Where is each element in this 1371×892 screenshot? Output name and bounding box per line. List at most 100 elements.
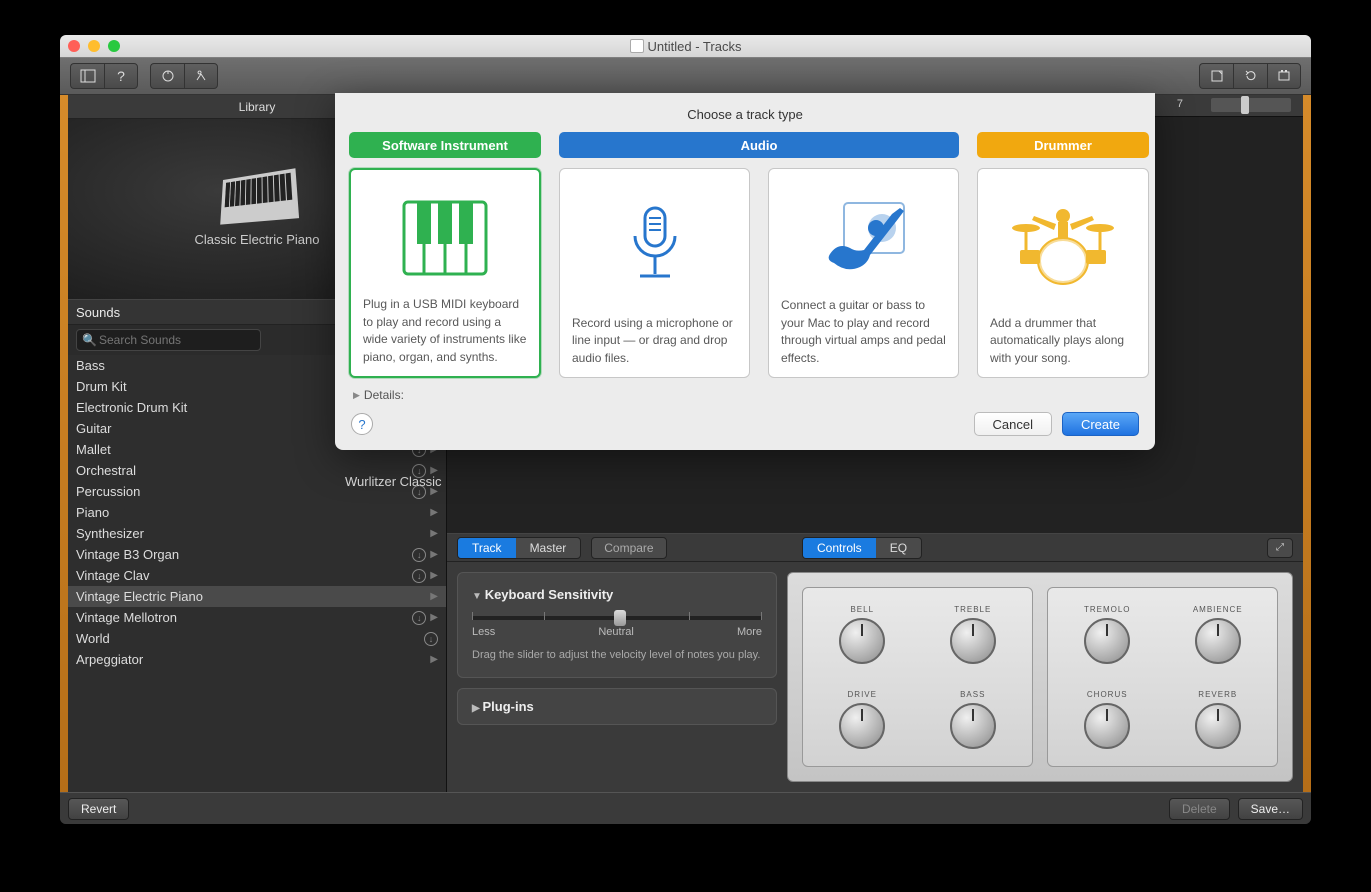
knob-label: TREMOLO <box>1084 605 1131 614</box>
track-master-segment[interactable]: Track Master <box>457 537 581 559</box>
revert-button[interactable]: Revert <box>68 798 129 820</box>
sensitivity-slider[interactable] <box>472 616 762 620</box>
knob-group: TREMOLO AMBIENCE CHORUS REVERB <box>1047 587 1278 767</box>
create-button[interactable]: Create <box>1062 412 1139 436</box>
chevron-right-icon: ▶ <box>430 591 438 602</box>
download-icon[interactable]: ↓ <box>412 611 426 625</box>
delete-button[interactable]: Delete <box>1169 798 1230 820</box>
drummer-header[interactable]: Drummer <box>977 132 1149 158</box>
plugins-panel[interactable]: Plug-ins <box>457 688 777 725</box>
keyboard-sensitivity-panel: Keyboard Sensitivity Less Neutral More D… <box>457 572 777 678</box>
knob-label: DRIVE <box>848 690 877 699</box>
software-instrument-header[interactable]: Software Instrument <box>349 132 541 158</box>
knob-label: AMBIENCE <box>1193 605 1243 614</box>
library-patch-item[interactable]: Wurlitzer Classic <box>335 468 515 495</box>
microphone-icon <box>572 179 737 315</box>
slider-mid: Neutral <box>598 626 633 638</box>
electric-piano-icon <box>220 168 299 224</box>
knob-surface: BELL TREBLE DRIVE BASS TREMOLO AMBIENCE CHORUS… <box>787 572 1293 782</box>
main-toolbar: ? <box>60 57 1311 95</box>
audio-mic-desc: Record using a microphone or line input … <box>572 315 737 367</box>
search-input[interactable] <box>76 329 261 351</box>
drummer-icon <box>990 179 1136 315</box>
search-icon: 🔍 <box>82 333 97 347</box>
titlebar: Untitled - Tracks <box>60 35 1311 57</box>
category-synthesizer[interactable]: Synthesizer▶ <box>68 523 446 544</box>
chevron-right-icon: ▶ <box>430 507 438 518</box>
knob-label: TREBLE <box>954 605 991 614</box>
tab-master[interactable]: Master <box>516 538 581 558</box>
loop-browser-button[interactable] <box>1233 63 1267 89</box>
software-instrument-desc: Plug in a USB MIDI keyboard to play and … <box>363 296 527 366</box>
audio-mic-card[interactable]: Record using a microphone or line input … <box>559 168 750 378</box>
drummer-desc: Add a drummer that automatically plays a… <box>990 315 1136 367</box>
category-piano[interactable]: Piano▶ <box>68 502 446 523</box>
expand-button[interactable]: ⤢ <box>1267 538 1293 558</box>
editors-button[interactable] <box>184 63 218 89</box>
slider-handle[interactable] <box>614 610 626 626</box>
chevron-right-icon: ▶ <box>430 570 438 581</box>
knob-drive[interactable] <box>839 703 885 749</box>
slider-hint: Drag the slider to adjust the velocity l… <box>472 648 762 663</box>
zoom-slider[interactable] <box>1211 98 1291 112</box>
help-button[interactable]: ? <box>351 413 373 435</box>
library-footer: Revert Delete Save… <box>60 792 1311 824</box>
new-track-dialog: Choose a track type Software Instrument … <box>335 93 1155 450</box>
chevron-right-icon: ▶ <box>430 654 438 665</box>
slider-max: More <box>737 626 762 638</box>
audio-guitar-desc: Connect a guitar or bass to your Mac to … <box>781 297 946 367</box>
ruler-marker: 7 <box>1177 98 1183 110</box>
dialog-title: Choose a track type <box>335 93 1155 132</box>
quick-help-button[interactable]: ? <box>104 63 138 89</box>
knob-treble[interactable] <box>950 618 996 664</box>
category-arpeggiator[interactable]: Arpeggiator▶ <box>68 649 446 670</box>
piano-keys-icon <box>363 180 527 296</box>
media-browser-button[interactable] <box>1267 63 1301 89</box>
app-window: Untitled - Tracks ? Library Classic Elec… <box>60 35 1311 824</box>
notepad-button[interactable] <box>1199 63 1233 89</box>
knob-bell[interactable] <box>839 618 885 664</box>
audio-guitar-card[interactable]: Connect a guitar or bass to your Mac to … <box>768 168 959 378</box>
library-toggle-button[interactable] <box>70 63 104 89</box>
smart-controls: Track Master Compare Controls EQ ⤢ Keybo… <box>447 533 1303 792</box>
knob-label: CHORUS <box>1087 690 1128 699</box>
tab-eq[interactable]: EQ <box>876 538 921 558</box>
category-vintage-mellotron[interactable]: Vintage Mellotron↓▶ <box>68 607 446 628</box>
tab-controls[interactable]: Controls <box>803 538 876 558</box>
knob-chorus[interactable] <box>1084 703 1130 749</box>
chevron-right-icon: ▶ <box>430 528 438 539</box>
details-disclosure[interactable]: ▶Details: <box>335 378 1155 406</box>
window-title: Untitled - Tracks <box>60 39 1311 54</box>
knob-tremolo[interactable] <box>1084 618 1130 664</box>
zoom-handle[interactable] <box>1241 96 1249 114</box>
download-icon[interactable]: ↓ <box>412 548 426 562</box>
right-edge <box>1303 95 1311 792</box>
category-world[interactable]: World↓ <box>68 628 446 649</box>
drummer-card[interactable]: Add a drummer that automatically plays a… <box>977 168 1149 378</box>
disclosure-triangle-icon: ▶ <box>353 390 360 401</box>
category-vintage-b3-organ[interactable]: Vintage B3 Organ↓▶ <box>68 544 446 565</box>
knob-reverb[interactable] <box>1195 703 1241 749</box>
left-edge <box>60 95 68 792</box>
download-icon[interactable]: ↓ <box>412 569 426 583</box>
save-button[interactable]: Save… <box>1238 798 1303 820</box>
panel-title[interactable]: Keyboard Sensitivity <box>472 587 762 602</box>
controls-eq-segment[interactable]: Controls EQ <box>802 537 922 559</box>
audio-header[interactable]: Audio <box>559 132 959 158</box>
knob-label: BASS <box>960 690 985 699</box>
knob-bass[interactable] <box>950 703 996 749</box>
knob-label: REVERB <box>1198 690 1237 699</box>
chevron-right-icon: ▶ <box>430 612 438 623</box>
knob-group: BELL TREBLE DRIVE BASS <box>802 587 1033 767</box>
knob-ambience[interactable] <box>1195 618 1241 664</box>
smart-controls-button[interactable] <box>150 63 184 89</box>
category-vintage-clav[interactable]: Vintage Clav↓▶ <box>68 565 446 586</box>
category-vintage-electric-piano[interactable]: Vintage Electric Piano▶ <box>68 586 446 607</box>
download-icon[interactable]: ↓ <box>424 632 438 646</box>
knob-label: BELL <box>850 605 874 614</box>
software-instrument-card[interactable]: Plug in a USB MIDI keyboard to play and … <box>349 168 541 378</box>
compare-button[interactable]: Compare <box>591 537 666 559</box>
chevron-right-icon: ▶ <box>430 549 438 560</box>
tab-track[interactable]: Track <box>458 538 516 558</box>
cancel-button[interactable]: Cancel <box>974 412 1052 436</box>
